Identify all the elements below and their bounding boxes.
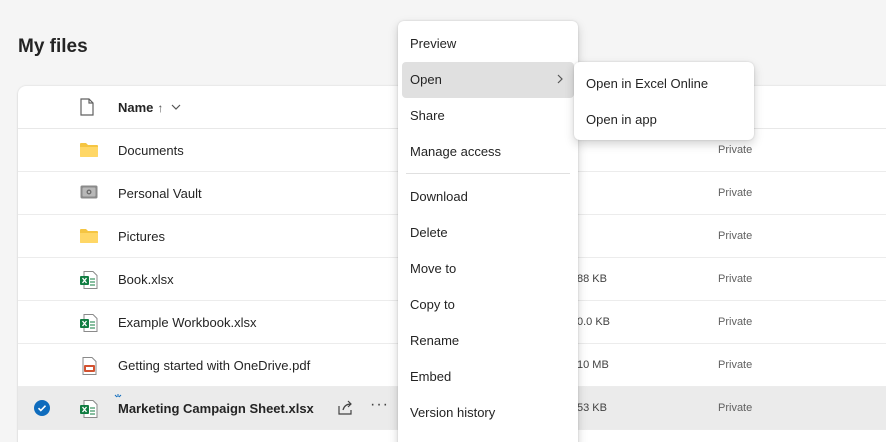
menu-item-move-to[interactable]: Move to xyxy=(402,251,574,287)
folder-icon xyxy=(80,143,98,157)
file-size: 53 KB xyxy=(577,402,607,414)
file-type-header-icon[interactable] xyxy=(80,98,94,116)
menu-divider xyxy=(406,173,570,174)
name-column-header[interactable]: Name ↑ xyxy=(118,100,181,115)
open-submenu: Open in Excel Online Open in app xyxy=(574,62,754,140)
chevron-down-icon[interactable] xyxy=(171,102,181,113)
folder-icon xyxy=(80,229,98,243)
menu-item-open[interactable]: Open xyxy=(402,62,574,98)
file-size: 10 MB xyxy=(577,359,609,371)
sharing-status: Private xyxy=(718,273,753,285)
file-name[interactable]: Book.xlsx xyxy=(118,272,174,287)
pdf-icon xyxy=(82,357,97,375)
sharing-status: Private xyxy=(718,144,753,156)
file-name[interactable]: Documents xyxy=(118,143,184,158)
vault-icon xyxy=(80,185,98,199)
menu-item-label: Open xyxy=(410,72,442,87)
menu-item-version-history[interactable]: Version history xyxy=(402,395,574,431)
submenu-item-open-in-app[interactable]: Open in app xyxy=(578,102,750,138)
file-name[interactable]: Personal Vault xyxy=(118,186,202,201)
selected-checkmark-icon[interactable] xyxy=(34,400,50,416)
file-size: 88 KB xyxy=(577,273,607,285)
menu-item-delete[interactable]: Delete xyxy=(402,215,574,251)
file-name[interactable]: Pictures xyxy=(118,229,165,244)
file-name[interactable]: Marketing Campaign Sheet.xlsx xyxy=(118,401,314,416)
sharing-status: Private xyxy=(718,402,753,414)
file-name[interactable]: Getting started with OneDrive.pdf xyxy=(118,358,310,373)
menu-item-embed[interactable]: Embed xyxy=(402,359,574,395)
menu-item-rename[interactable]: Rename xyxy=(402,323,574,359)
menu-item-download[interactable]: Download xyxy=(402,179,574,215)
context-menu: Preview Open Share Manage access Downloa… xyxy=(398,21,578,442)
name-column-label: Name xyxy=(118,100,154,115)
more-options-icon[interactable]: ··· xyxy=(370,396,389,414)
share-icon[interactable] xyxy=(336,399,354,417)
file-size: 0.0 KB xyxy=(577,316,611,328)
excel-icon xyxy=(80,314,98,332)
submenu-item-open-in-excel-online[interactable]: Open in Excel Online xyxy=(578,66,750,102)
sharing-status: Private xyxy=(718,316,753,328)
file-name[interactable]: Example Workbook.xlsx xyxy=(118,315,256,330)
sharing-status: Private xyxy=(718,359,753,371)
sharing-status: Private xyxy=(718,187,753,199)
sort-ascending-icon: ↑ xyxy=(157,100,164,115)
menu-item-copy-to[interactable]: Copy to xyxy=(402,287,574,323)
menu-item-preview[interactable]: Preview xyxy=(402,26,574,62)
menu-item-share[interactable]: Share xyxy=(402,98,574,134)
excel-icon xyxy=(80,400,98,418)
sharing-status: Private xyxy=(718,230,753,242)
excel-icon xyxy=(80,271,98,289)
chevron-right-icon xyxy=(557,62,564,98)
menu-item-manage-access[interactable]: Manage access xyxy=(402,134,574,170)
page-title: My files xyxy=(18,36,88,57)
